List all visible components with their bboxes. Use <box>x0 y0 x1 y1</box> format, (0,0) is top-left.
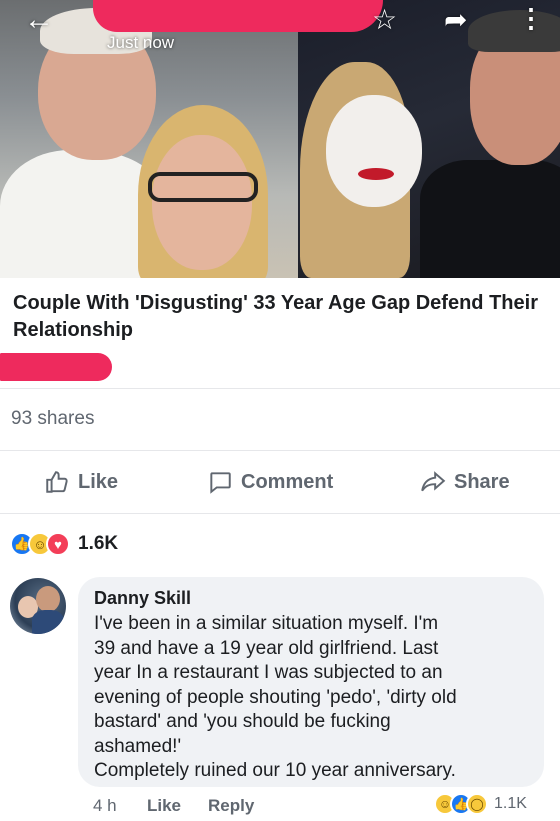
comment-line: Completely ruined our 10 year anniversar… <box>94 760 456 781</box>
share-count[interactable]: 93 shares <box>11 408 94 430</box>
star-icon[interactable]: ☆ <box>372 6 397 34</box>
comment-reactions[interactable]: ☺ 👍 ◯ 1.1K <box>430 790 533 818</box>
more-vertical-icon[interactable]: ⋮ <box>518 4 544 32</box>
comment-button[interactable]: Comment <box>207 466 333 498</box>
comment-line: year In a restaurant I was subjected to … <box>94 662 443 683</box>
photo-figure <box>152 135 252 270</box>
photo-figure <box>420 160 560 278</box>
post-timestamp: Just now <box>107 33 175 52</box>
comment-reaction-count: 1.1K <box>494 795 527 812</box>
back-arrow-icon[interactable]: ← <box>24 5 54 35</box>
post-photo[interactable]: ← ☆ ➦ ⋮ Just now <box>0 0 560 278</box>
comment-label: Comment <box>241 470 334 493</box>
comment-author[interactable]: Danny Skill <box>94 587 530 609</box>
comment-icon <box>210 472 231 494</box>
divider <box>0 450 560 451</box>
photo-figure <box>468 10 560 52</box>
share-button[interactable]: Share <box>420 466 510 498</box>
comment-line: evening of people shouting 'pedo', 'dirt… <box>94 686 457 708</box>
share-label: Share <box>454 470 510 493</box>
reaction-count: 1.6K <box>78 533 119 554</box>
comment-bubble[interactable]: Danny Skill I've been in a similar situa… <box>78 577 544 787</box>
wow-reaction-icon: ◯ <box>466 793 488 815</box>
redaction-mark <box>93 0 383 32</box>
share-arrow-icon[interactable]: ➦ <box>444 6 467 34</box>
comment-line: 39 and have a 19 year old girlfriend. La… <box>94 637 439 659</box>
love-reaction-icon: ♥ <box>46 532 70 556</box>
reactions-summary[interactable]: 👍 ☺ ♥ 1.6K <box>10 530 118 558</box>
avatar[interactable] <box>10 578 66 634</box>
comment-line: ashamed!' <box>94 735 182 757</box>
comment-line: I've been in a similar situation myself.… <box>94 613 439 634</box>
photo-figure <box>148 172 258 202</box>
like-button[interactable]: Like <box>44 466 118 498</box>
article-headline[interactable]: Couple With 'Disgusting' 33 Year Age Gap… <box>13 290 543 344</box>
comment-line: bastard' and 'you should be fucking <box>94 711 391 732</box>
comment-time: 4 h <box>93 796 117 815</box>
comment-like-button[interactable]: Like <box>147 796 181 816</box>
comment-reply-button[interactable]: Reply <box>208 796 254 816</box>
comment-text: I've been in a similar situation myself.… <box>94 612 530 784</box>
photo-figure <box>358 168 394 180</box>
redaction-mark <box>0 353 112 381</box>
divider <box>0 513 560 514</box>
divider <box>0 388 560 389</box>
share-icon <box>421 471 446 492</box>
photo-figure <box>326 95 422 207</box>
like-label: Like <box>78 470 119 493</box>
thumbs-up-icon <box>46 471 68 493</box>
